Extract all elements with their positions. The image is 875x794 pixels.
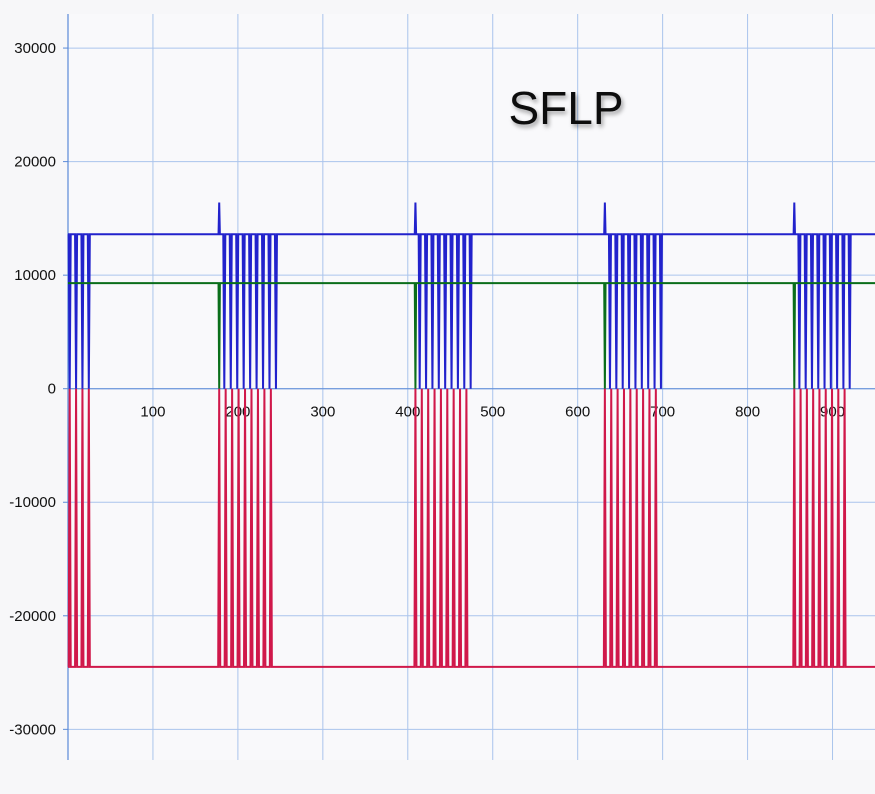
y-tick-label: -10000 [9, 494, 56, 511]
x-tick-label: 100 [140, 404, 165, 421]
x-tick-label: 600 [565, 404, 590, 421]
x-tick-label: 400 [395, 404, 420, 421]
chart-title: SFLP [508, 82, 623, 134]
y-tick-label: 0 [48, 381, 56, 398]
chart-area: -30000 -20000 -10000 0 10000 20000 30000 100 20… [9, 14, 875, 760]
y-tick-label: -20000 [9, 608, 56, 625]
x-tick-label: 300 [310, 404, 335, 421]
y-tick-labels: -30000 -20000 -10000 0 10000 20000 30000 [9, 40, 56, 738]
y-tick-label: 10000 [14, 267, 56, 284]
x-tick-label: 800 [735, 404, 760, 421]
x-tick-label: 500 [480, 404, 505, 421]
y-tick-label: 20000 [14, 154, 56, 171]
y-tick-label: 30000 [14, 40, 56, 57]
x-tick-label: 700 [650, 404, 675, 421]
y-tick-label: -30000 [9, 721, 56, 738]
